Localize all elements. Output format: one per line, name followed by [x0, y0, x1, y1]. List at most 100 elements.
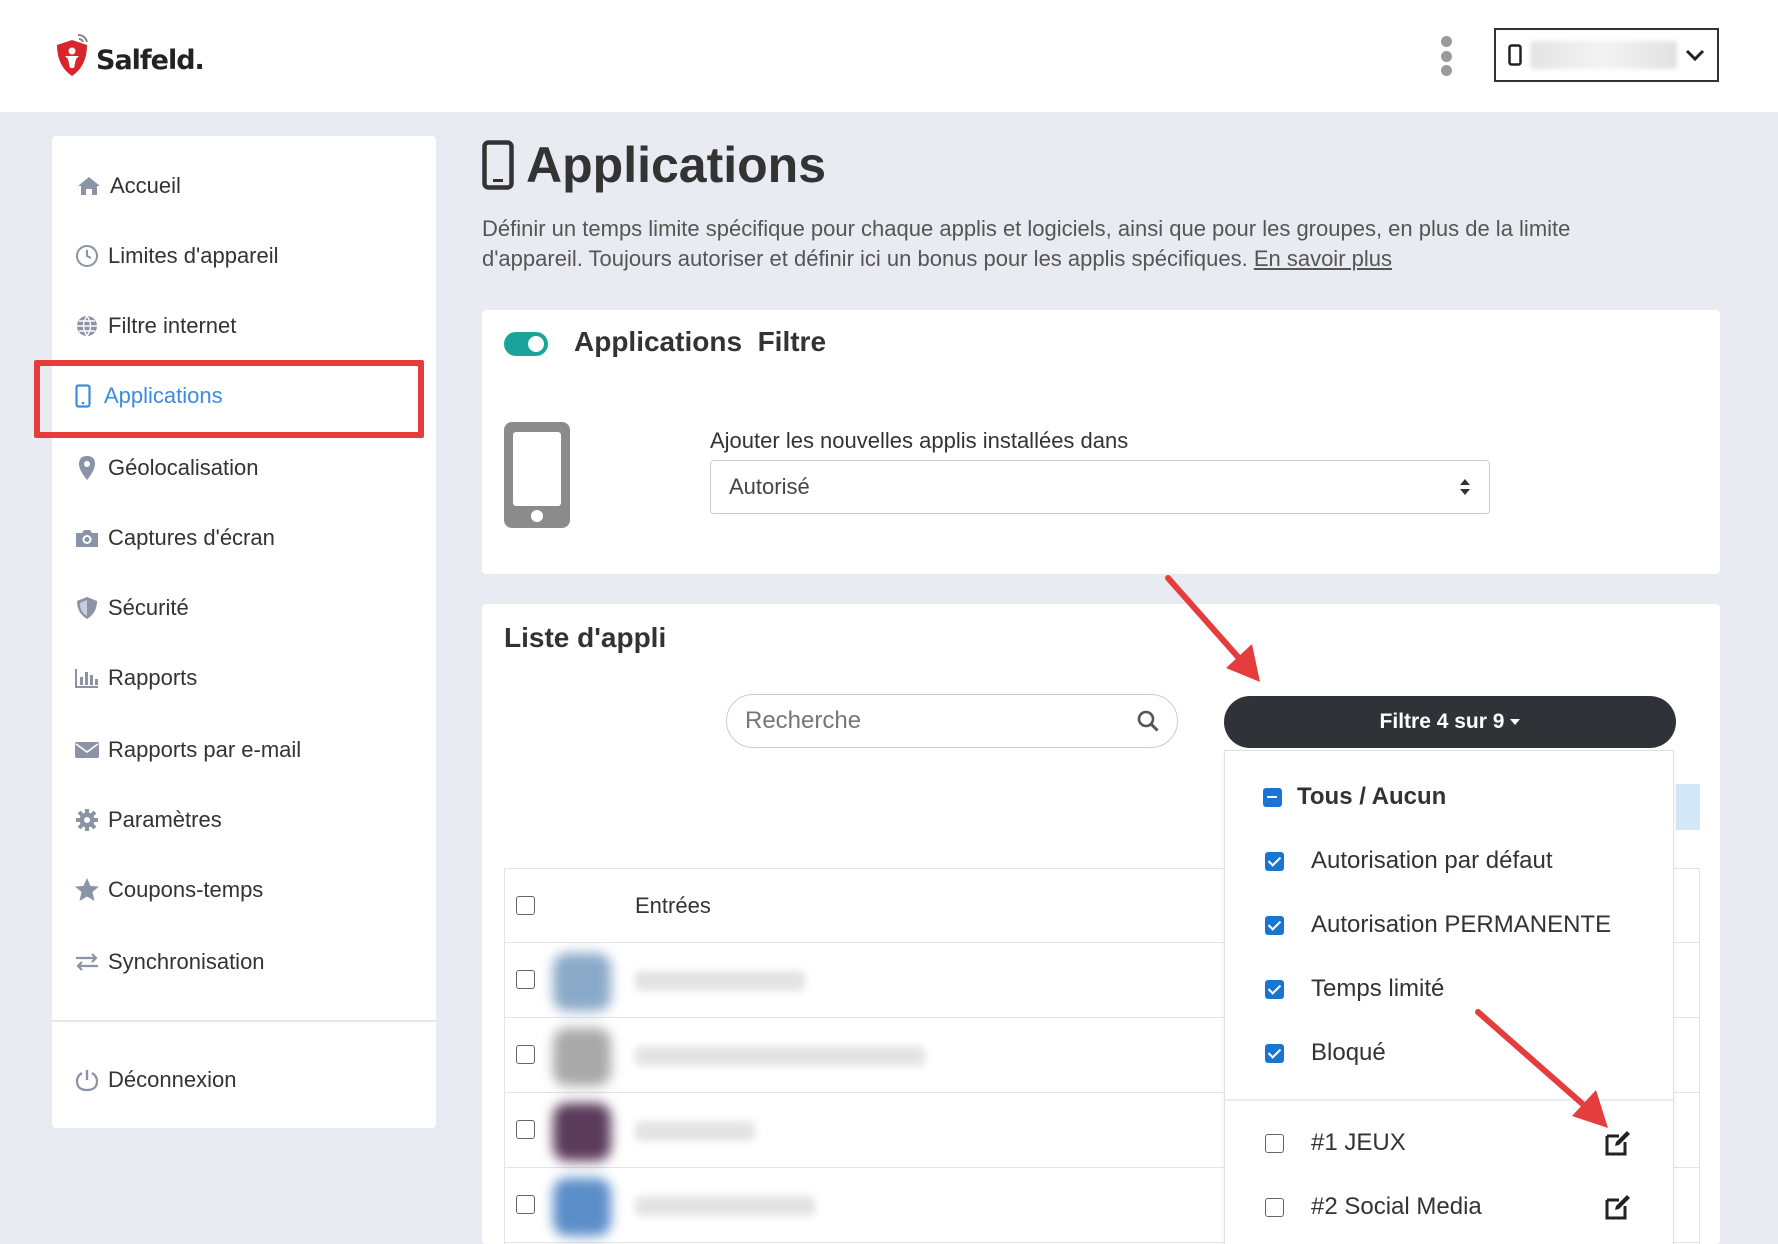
logo-shield-icon: [57, 34, 88, 76]
star-icon: [74, 877, 100, 903]
filter-option-label: Bloqué: [1311, 1039, 1386, 1066]
bar-chart-icon: [74, 665, 100, 691]
app-name: [635, 1121, 755, 1141]
sidebar-item-label: Captures d'écran: [108, 525, 275, 550]
sidebar-item-parametres[interactable]: Paramètres: [74, 800, 222, 840]
app-name: [635, 1046, 925, 1066]
page-title: Applications: [482, 136, 826, 194]
filter-option-checkbox[interactable]: [1265, 851, 1284, 871]
filter-button-label: Filtre 4 sur 9: [1379, 710, 1505, 733]
app-icon: [553, 1028, 611, 1086]
logo-text: Salfeld.: [96, 44, 205, 76]
power-icon: [74, 1067, 100, 1093]
sidebar-item-geolocalisation[interactable]: Géolocalisation: [74, 448, 258, 488]
new-apps-label: Ajouter les nouvelles applis installées …: [710, 428, 1129, 453]
sidebar-item-label: Accueil: [110, 173, 181, 198]
sidebar-item-captures[interactable]: Captures d'écran: [74, 518, 275, 558]
filter-option-checkbox[interactable]: [1265, 1043, 1284, 1063]
phone-icon: [482, 140, 514, 190]
all-none-checkbox[interactable]: [1263, 787, 1282, 807]
page-title-text: Applications: [526, 137, 827, 193]
sidebar-item-label: Géolocalisation: [108, 455, 259, 480]
salfeld-logo[interactable]: Salfeld.: [52, 32, 205, 78]
filter-option-blocked[interactable]: Bloqué: [1225, 1027, 1673, 1079]
globe-icon: [74, 313, 100, 339]
filter-group-label: #1 JEUX: [1311, 1129, 1406, 1156]
filter-group-checkbox[interactable]: [1265, 1197, 1284, 1217]
filter-group-checkbox[interactable]: [1265, 1133, 1284, 1153]
filter-group-label: #2 Social Media: [1311, 1193, 1482, 1220]
sidebar-item-rapports-email[interactable]: Rapports par e-mail: [74, 730, 301, 770]
page-description: Définir un temps limite spécifique pour …: [482, 214, 1602, 274]
sync-arrows-icon: [74, 949, 100, 975]
highlight-annotation-box: [34, 360, 424, 438]
app-icon: [553, 1178, 611, 1236]
sidebar-item-label: Rapports par e-mail: [108, 737, 302, 762]
sidebar-item-label: Paramètres: [108, 807, 222, 832]
device-selector[interactable]: [1494, 28, 1719, 82]
sidebar-item-synchronisation[interactable]: Synchronisation: [74, 942, 265, 982]
filter-dropdown-menu: Tous / Aucun Autorisation par défaut Aut…: [1224, 750, 1674, 1244]
sidebar-item-label: Rapports: [108, 665, 198, 690]
sidebar-item-limites[interactable]: Limites d'appareil: [74, 236, 279, 276]
filter-toggle[interactable]: [504, 332, 548, 356]
shield-icon: [74, 595, 100, 621]
sidebar-item-deconnexion[interactable]: Déconnexion: [74, 1060, 236, 1100]
filter-option-label: Temps limité: [1311, 975, 1445, 1002]
sidebar-item-accueil[interactable]: Accueil: [76, 166, 181, 206]
search-placeholder: Recherche: [745, 707, 862, 734]
clock-icon: [74, 243, 100, 269]
entries-header: Entrées: [635, 893, 711, 918]
row-checkbox[interactable]: [516, 970, 535, 989]
filter-option-label: Tous / Aucun: [1297, 783, 1447, 810]
app-icon: [553, 1103, 611, 1161]
sidebar-item-rapports[interactable]: Rapports: [74, 658, 197, 698]
filter-option-all-none[interactable]: Tous / Aucun: [1225, 771, 1673, 823]
filter-option-time-limited[interactable]: Temps limité: [1225, 963, 1673, 1015]
filter-option-permanent[interactable]: Autorisation PERMANENTE: [1225, 899, 1673, 951]
phone-icon: [1508, 44, 1522, 66]
filter-dropdown-button[interactable]: Filtre 4 sur 9: [1224, 696, 1676, 748]
edit-icon[interactable]: [1603, 1128, 1633, 1158]
app-list-title: Liste d'appli: [504, 622, 667, 653]
learn-more-link[interactable]: En savoir plus: [1254, 246, 1392, 271]
filter-option-label: Autorisation PERMANENTE: [1311, 911, 1612, 938]
row-checkbox[interactable]: [516, 1195, 535, 1214]
home-icon: [76, 173, 102, 199]
edit-icon[interactable]: [1603, 1192, 1633, 1222]
filter-option-default[interactable]: Autorisation par défaut: [1225, 835, 1673, 887]
partially-hidden-button[interactable]: [1676, 784, 1700, 830]
filter-group-jeux[interactable]: #1 JEUX: [1225, 1117, 1673, 1169]
sidebar-item-coupons[interactable]: Coupons-temps: [74, 870, 263, 910]
sidebar-divider: [52, 1020, 436, 1022]
filter-option-checkbox[interactable]: [1265, 915, 1284, 935]
filter-option-checkbox[interactable]: [1265, 979, 1284, 999]
app-name: [635, 1196, 815, 1216]
dropdown-divider: [1225, 1099, 1673, 1101]
sidebar-item-label: Déconnexion: [108, 1067, 237, 1092]
sidebar: Accueil Limites d'appareil Filtre intern…: [52, 136, 436, 1128]
row-checkbox[interactable]: [516, 1120, 535, 1139]
search-input[interactable]: Recherche: [726, 694, 1178, 748]
top-header: Salfeld.: [0, 0, 1778, 112]
search-icon: [1137, 710, 1159, 732]
gear-icon: [74, 807, 100, 833]
sidebar-item-label: Sécurité: [108, 595, 189, 620]
sidebar-item-securite[interactable]: Sécurité: [74, 588, 189, 628]
filter-option-label: Autorisation par défaut: [1311, 847, 1553, 874]
row-checkbox[interactable]: [516, 1045, 535, 1064]
page-description-text: Définir un temps limite spécifique pour …: [482, 216, 1571, 271]
new-apps-select-value: Autorisé: [729, 474, 810, 499]
sidebar-item-filtre-internet[interactable]: Filtre internet: [74, 306, 236, 346]
select-all-checkbox[interactable]: [516, 896, 535, 915]
caret-down-icon: [1510, 719, 1521, 725]
filter-card-title: Applications Filtre: [574, 326, 827, 357]
filter-group-social-media[interactable]: #2 Social Media: [1225, 1181, 1673, 1233]
device-name: [1530, 41, 1677, 69]
new-apps-select[interactable]: Autorisé: [710, 460, 1490, 514]
sidebar-item-label: Coupons-temps: [108, 877, 264, 902]
app-name: [635, 971, 805, 991]
map-pin-icon: [74, 455, 100, 481]
more-options-icon[interactable]: [1440, 36, 1452, 76]
sidebar-item-label: Filtre internet: [108, 313, 237, 338]
